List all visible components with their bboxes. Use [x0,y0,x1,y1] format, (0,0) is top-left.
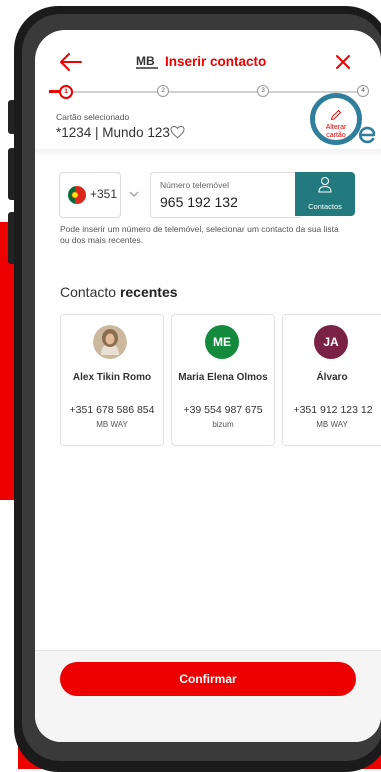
logo-text: MB [136,54,155,68]
mbway-logo-icon: MB WAY [96,420,128,429]
heart-outline-icon[interactable] [170,125,185,139]
contact-name: Alex Tikin Romo [72,372,152,383]
selected-card-value: *1234 | Mundo 123 [56,125,170,140]
step-2: 2 [157,85,169,97]
selected-card-label: Cartão selecionado [56,112,130,122]
page-title: Inserir contacto [165,54,267,69]
multibanco-logo-icon: MB [136,54,158,69]
change-card-label: Alterar cartão [314,124,358,140]
avatar: ME [205,325,239,359]
contact-phone: +351 678 586 854 [69,404,155,416]
arrow-left-icon[interactable] [59,52,83,72]
contacts-button-label: Contactos [308,202,342,211]
chevron-down-icon [129,191,139,197]
mbway-logo-icon: MB WAY [316,420,348,429]
assistant-e-logo-icon [359,126,376,144]
contact-name: Maria Elena Olmos [178,372,268,383]
portugal-flag-icon [68,186,86,204]
confirm-button[interactable]: Confirmar [60,662,356,696]
phone-number-input[interactable]: 965 192 132 [160,194,238,210]
recent-title-bold: recentes [119,284,178,300]
pencil-icon [330,109,342,121]
avatar: JA [314,325,348,359]
contact-name: Álvaro [316,372,348,383]
country-code-value: +351 [90,187,118,201]
phone-number-label: Número telemóvel [160,180,229,190]
phone-screen: MB Inserir contacto 1 2 3 4 Cartão selec… [35,30,381,742]
change-card-label-line1: Alterar [325,124,347,131]
contact-phone: +351 912 123 12 [293,404,373,416]
change-card-label-line2: cartão [326,132,346,139]
bizum-logo-icon: bizum [212,420,234,429]
step-3: 3 [257,85,269,97]
step-4: 4 [357,85,369,97]
close-icon[interactable] [335,54,351,70]
recent-title-prefix: Contacto [60,284,120,300]
helper-text: Pode inserir um número de telemóvel, sel… [60,224,339,245]
person-icon [318,176,332,193]
recent-contacts-title: Contacto recentes [60,284,178,300]
stepper-track [71,91,361,93]
contact-phone: +39 554 987 675 [183,404,263,416]
step-1: 1 [59,85,73,99]
section-divider [35,149,381,157]
avatar [93,325,127,359]
